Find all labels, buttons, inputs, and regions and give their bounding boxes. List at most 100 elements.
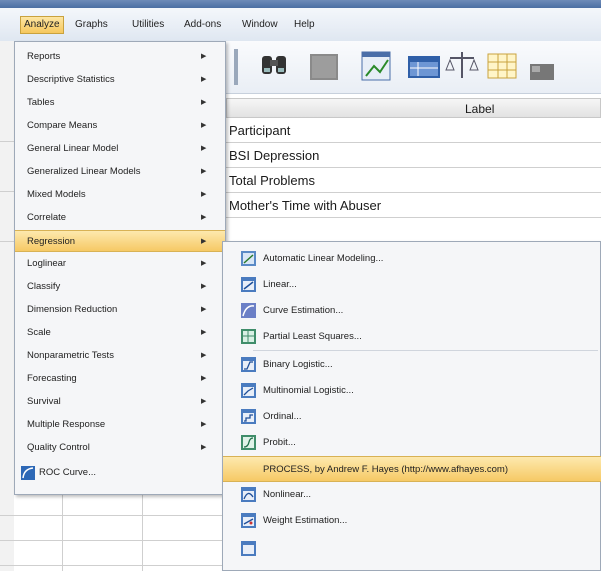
- submenu-arrow-icon: ▶: [201, 329, 207, 336]
- data-grid-cells: [0, 495, 226, 571]
- menu-item-label: Tables: [27, 97, 55, 108]
- menu-item-generalized-linear-models[interactable]: Generalized Linear Models ▶: [15, 161, 225, 183]
- submenu-arrow-icon: ▶: [201, 375, 207, 382]
- submenu-item-probit[interactable]: Probit...: [223, 430, 601, 456]
- menu-item-survival[interactable]: Survival ▶: [15, 391, 225, 413]
- window-title-strip: [0, 0, 601, 8]
- menu-item-label: Reports: [27, 51, 61, 62]
- submenu-arrow-icon: ▶: [201, 352, 207, 359]
- submenu-arrow-icon: ▶: [201, 145, 207, 152]
- submenu-item-automatic-linear-modeling[interactable]: Automatic Linear Modeling...: [223, 246, 601, 272]
- curve-estimation-icon: [241, 303, 256, 318]
- menu-item-loglinear[interactable]: Loglinear ▶: [15, 253, 225, 275]
- submenu-item-multinomial-logistic[interactable]: Multinomial Logistic...: [223, 378, 601, 404]
- grid-line: [62, 495, 63, 571]
- menu-item-roc-curve[interactable]: ROC Curve...: [15, 462, 225, 484]
- menu-item-label: Survival: [27, 396, 61, 407]
- menu-item-label: Nonparametric Tests: [27, 350, 114, 361]
- grid-line: [142, 495, 143, 571]
- menu-item-general-linear-model[interactable]: General Linear Model ▶: [15, 138, 225, 160]
- menu-help[interactable]: Help: [294, 17, 315, 33]
- table-row[interactable]: Mother's Time with Abuser: [226, 193, 601, 218]
- menu-bar: Analyze Graphs Utilities Add-ons Window …: [0, 8, 601, 42]
- menu-graphs[interactable]: Graphs: [75, 17, 108, 33]
- menu-item-reports[interactable]: Reports ▶: [15, 46, 225, 68]
- submenu-arrow-icon: ▶: [201, 122, 207, 129]
- submenu-item-cutoff[interactable]: [223, 536, 601, 562]
- toolbar: [226, 41, 601, 94]
- menu-item-label: Quality Control: [27, 442, 90, 453]
- menu-item-label: Loglinear: [27, 258, 67, 269]
- table-row[interactable]: [226, 218, 601, 243]
- menu-item-compare-means[interactable]: Compare Means ▶: [15, 115, 225, 137]
- submenu-arrow-icon: ▶: [201, 283, 207, 290]
- row-line: [0, 241, 14, 242]
- submenu-item-ordinal[interactable]: Ordinal...: [223, 404, 601, 430]
- value-labels-icon[interactable]: [522, 48, 558, 84]
- submenu-item-label: Automatic Linear Modeling...: [263, 253, 384, 264]
- menu-item-quality-control[interactable]: Quality Control ▶: [15, 437, 225, 459]
- menu-item-dimension-reduction[interactable]: Dimension Reduction ▶: [15, 299, 225, 321]
- menu-item-mixed-models[interactable]: Mixed Models ▶: [15, 184, 225, 206]
- submenu-item-nonlinear[interactable]: Nonlinear...: [223, 482, 601, 508]
- data-table-icon[interactable]: [406, 48, 442, 84]
- menu-item-classify[interactable]: Classify ▶: [15, 276, 225, 298]
- binary-logistic-icon: [241, 357, 256, 372]
- submenu-item-curve-estimation[interactable]: Curve Estimation...: [223, 298, 601, 324]
- label-column-header[interactable]: Label: [226, 98, 601, 118]
- submenu-item-partial-least-squares[interactable]: Partial Least Squares...: [223, 324, 601, 350]
- menu-window[interactable]: Window: [242, 17, 278, 33]
- submenu-item-label: Nonlinear...: [263, 489, 312, 500]
- submenu-item-weight-estimation[interactable]: Weight Estimation...: [223, 508, 601, 534]
- menu-item-label: Generalized Linear Models: [27, 166, 141, 177]
- submenu-item-process-hayes[interactable]: PROCESS, by Andrew F. Hayes (http://www.…: [223, 456, 601, 482]
- menu-utilities[interactable]: Utilities: [132, 17, 164, 33]
- menu-item-nonparametric-tests[interactable]: Nonparametric Tests ▶: [15, 345, 225, 367]
- menu-item-scale[interactable]: Scale ▶: [15, 322, 225, 344]
- find-icon[interactable]: [256, 48, 292, 84]
- menu-analyze[interactable]: Analyze: [20, 16, 64, 34]
- menu-item-label: Multiple Response: [27, 419, 106, 430]
- submenu-arrow-icon: ▶: [201, 168, 207, 175]
- submenu-item-label: Binary Logistic...: [263, 359, 333, 370]
- menu-item-regression[interactable]: Regression ▶: [15, 230, 225, 252]
- roc-curve-icon: [21, 466, 35, 480]
- table-row[interactable]: BSI Depression: [226, 143, 601, 168]
- submenu-arrow-icon: ▶: [201, 76, 207, 83]
- menu-item-label: Compare Means: [27, 120, 98, 131]
- nonlinear-icon: [241, 487, 256, 502]
- probit-icon: [241, 435, 256, 450]
- menu-item-label: Regression: [27, 236, 76, 247]
- submenu-arrow-icon: ▶: [201, 306, 207, 313]
- menu-item-correlate[interactable]: Correlate ▶: [15, 207, 225, 229]
- menu-item-descriptive-statistics[interactable]: Descriptive Statistics ▶: [15, 69, 225, 91]
- menu-item-label: Mixed Models: [27, 189, 86, 200]
- table-row[interactable]: Participant: [226, 118, 601, 143]
- menu-item-label: Descriptive Statistics: [27, 74, 115, 85]
- submenu-item-label: Ordinal...: [263, 411, 302, 422]
- submenu-item-binary-logistic[interactable]: Binary Logistic...: [223, 352, 601, 378]
- grid-line: [0, 540, 226, 541]
- weight-cases-icon[interactable]: [444, 48, 480, 84]
- partial-least-squares-icon: [241, 329, 256, 344]
- submenu-item-label: Probit...: [263, 437, 296, 448]
- submenu-item-label: Partial Least Squares...: [263, 331, 362, 342]
- submenu-arrow-icon: ▶: [201, 444, 207, 451]
- table-row[interactable]: Total Problems: [226, 168, 601, 193]
- row-line: [0, 141, 14, 142]
- menu-item-tables[interactable]: Tables ▶: [15, 92, 225, 114]
- submenu-arrow-icon: ▶: [201, 238, 207, 245]
- submenu-item-label: Linear...: [263, 279, 297, 290]
- weight-estimation-icon: [241, 513, 256, 528]
- select-cases-icon[interactable]: [484, 48, 520, 84]
- menu-item-label: Scale: [27, 327, 51, 338]
- menu-item-forecasting[interactable]: Forecasting ▶: [15, 368, 225, 390]
- chart-builder-icon[interactable]: [358, 48, 394, 84]
- menu-item-multiple-response[interactable]: Multiple Response ▶: [15, 414, 225, 436]
- menu-add-ons[interactable]: Add-ons: [184, 17, 221, 33]
- analyze-menu: Reports ▶ Descriptive Statistics ▶ Tables ▶…: [14, 41, 226, 495]
- submenu-item-label: PROCESS, by Andrew F. Hayes (http://www.…: [263, 464, 508, 475]
- submenu-item-linear[interactable]: Linear...: [223, 272, 601, 298]
- menu-item-label: ROC Curve...: [39, 467, 97, 478]
- grid-tool-icon[interactable]: [306, 48, 342, 84]
